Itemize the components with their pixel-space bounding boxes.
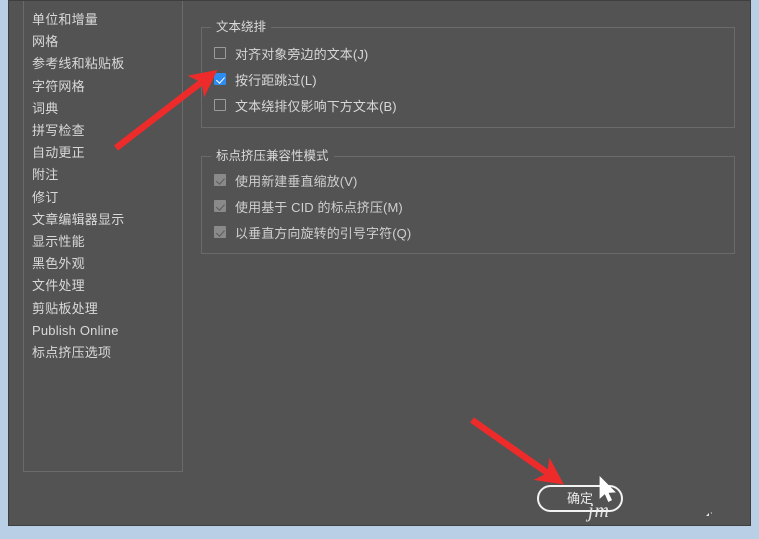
sidebar-item-9[interactable]: 文章编辑器显示 <box>32 210 124 230</box>
checkbox-text-wrap-only-affects-text-beneath[interactable] <box>214 99 226 111</box>
checkbox-use-cid-based-mojikumi[interactable] <box>214 200 226 212</box>
sidebar-item-14[interactable]: Publish Online <box>32 321 119 341</box>
sidebar-item-0[interactable]: 单位和增量 <box>32 10 98 30</box>
category-listbox[interactable]: 单位和增量 网格 参考线和粘贴板 字符网格 词典 拼写检查 自动更正 附注修订 文章编辑器显示显… <box>23 1 183 472</box>
preferences-dialog-body: 单位和增量 网格 参考线和粘贴板 字符网格 词典 拼写检查 自动更正 附注修订 文章编辑器显示显… <box>8 0 751 526</box>
ok-button[interactable]: 确定 <box>537 485 623 512</box>
sidebar-item-15[interactable]: 标点挤压选项 <box>32 343 111 363</box>
checkbox-skip-by-leading[interactable] <box>214 73 226 85</box>
checkbox-label-align-text-beside-object: 对齐对象旁边的文本(J) <box>235 46 369 62</box>
group-text-wrap-title: 文本绕排 <box>211 20 272 35</box>
checkbox-use-new-vertical-scaling[interactable] <box>214 174 226 186</box>
sidebar-item-2[interactable]: 参考线和粘贴板 <box>32 54 124 74</box>
checkbox-label-use-new-vertical-scaling: 使用新建垂直缩放(V) <box>235 173 358 189</box>
sidebar-item-6[interactable]: 自动更正 <box>32 143 85 163</box>
sidebar-item-12[interactable]: 文件处理 <box>32 276 85 296</box>
sidebar-item-8[interactable]: 修订 <box>32 188 58 208</box>
sidebar-item-10[interactable]: 显示性能 <box>32 232 85 252</box>
checkbox-label-skip-by-leading: 按行距跳过(L) <box>235 72 317 88</box>
sidebar-item-5[interactable]: 拼写检查 <box>32 121 85 141</box>
sidebar-item-3[interactable]: 字符网格 <box>32 77 85 97</box>
sidebar-item-4[interactable]: 词典 <box>32 99 58 119</box>
checkbox-label-vertically-rotated-quotes: 以垂直方向旋转的引号字符(Q) <box>235 225 412 241</box>
sidebar-item-1[interactable]: 网格 <box>32 32 58 52</box>
group-mojikumi-compatibility: 标点挤压兼容性模式 使用新建垂直缩放(V) 使用基于 CID 的标点挤压(M) … <box>201 149 735 254</box>
checkbox-row-text-wrap-only-affects-text-beneath[interactable]: 文本绕排仅影响下方文本(B) <box>214 97 397 114</box>
checkbox-row-use-cid-based-mojikumi[interactable]: 使用基于 CID 的标点挤压(M) <box>214 198 403 215</box>
group-text-wrap: 文本绕排 对齐对象旁边的文本(J) 按行距跳过(L) 文本绕排仅影响下方文本(B… <box>201 20 735 128</box>
checkbox-row-align-text-beside-object[interactable]: 对齐对象旁边的文本(J) <box>214 45 369 62</box>
checkbox-label-use-cid-based-mojikumi: 使用基于 CID 的标点挤压(M) <box>235 199 403 215</box>
group-mojikumi-compatibility-title: 标点挤压兼容性模式 <box>211 149 334 164</box>
sidebar-item-13[interactable]: 剪贴板处理 <box>32 299 98 319</box>
checkbox-align-text-beside-object[interactable] <box>214 47 226 59</box>
sidebar-item-11[interactable]: 黑色外观 <box>32 254 85 274</box>
sidebar-item-7[interactable]: 附注 <box>32 165 58 185</box>
preferences-dialog-window: 单位和增量 网格 参考线和粘贴板 字符网格 词典 拼写检查 自动更正 附注修订 文章编辑器显示显… <box>0 0 759 539</box>
checkbox-row-use-new-vertical-scaling[interactable]: 使用新建垂直缩放(V) <box>214 172 358 189</box>
checkbox-row-skip-by-leading[interactable]: 按行距跳过(L) <box>214 71 317 88</box>
checkbox-row-vertically-rotated-quotes[interactable]: 以垂直方向旋转的引号字符(Q) <box>214 224 412 241</box>
checkbox-label-text-wrap-only-affects-text-beneath: 文本绕排仅影响下方文本(B) <box>235 98 397 114</box>
checkbox-vertically-rotated-quotes[interactable] <box>214 226 226 238</box>
